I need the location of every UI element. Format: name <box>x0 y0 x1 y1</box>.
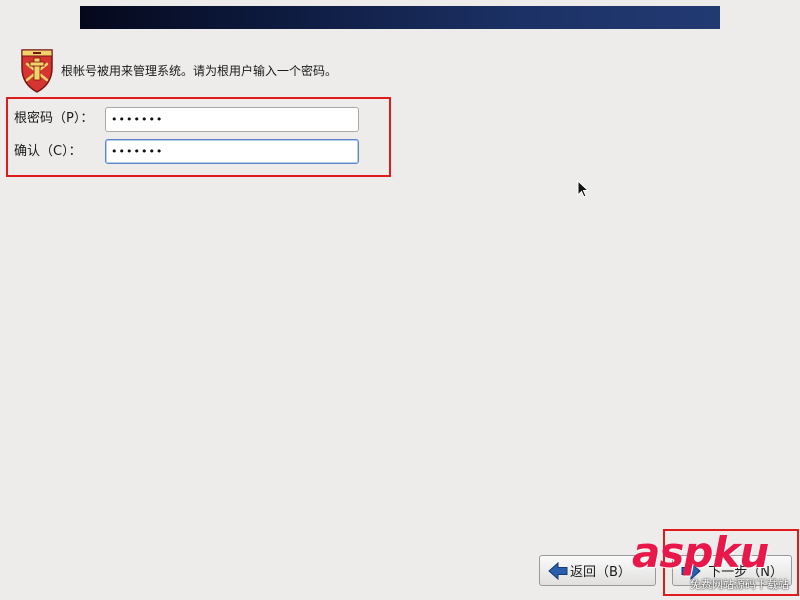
top-banner <box>80 6 720 29</box>
confirm-password-input[interactable] <box>105 139 359 164</box>
confirm-password-label: 确认（C）： <box>14 144 82 159</box>
arrow-left-icon <box>548 561 568 581</box>
next-button[interactable]: 下一步（N） <box>672 555 792 586</box>
root-password-label: 根密码（P）： <box>14 111 94 126</box>
mouse-pointer-icon <box>577 179 590 198</box>
shield-crest-icon <box>17 46 57 94</box>
back-button-label: 返回（B） <box>570 565 631 580</box>
next-button-label: 下一步（N） <box>708 565 783 580</box>
root-password-input[interactable] <box>105 107 359 132</box>
arrow-right-icon <box>681 561 701 581</box>
back-button[interactable]: 返回（B） <box>539 555 656 586</box>
intro-text: 根帐号被用来管理系统。请为根用户输入一个密码。 <box>61 64 338 78</box>
